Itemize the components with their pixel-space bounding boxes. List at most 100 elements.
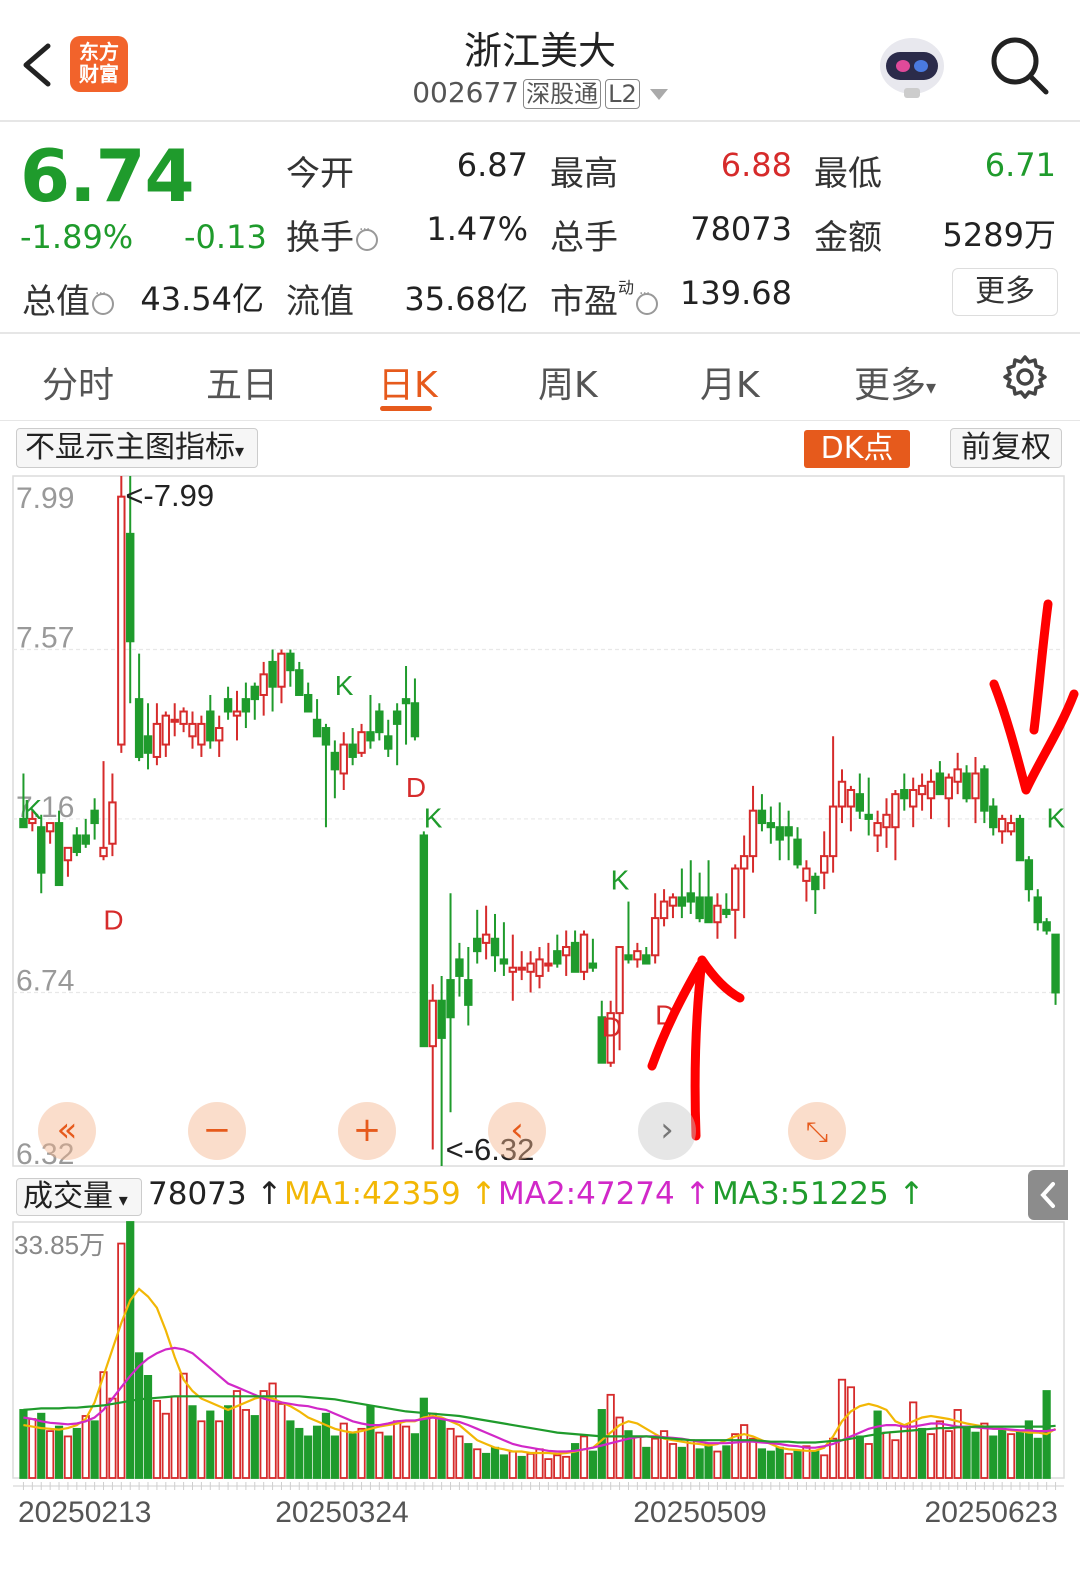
candle-body: [197, 722, 206, 746]
volume-bar: [428, 1412, 437, 1479]
candle-body: [312, 718, 322, 738]
candle-body: [953, 768, 962, 783]
candle-body: [650, 917, 660, 957]
volume-bar: [544, 1458, 553, 1479]
info-icon[interactable]: [92, 286, 114, 315]
y-tick-label: 7.57: [16, 622, 74, 655]
candle-body: [455, 958, 464, 977]
dk-point-button[interactable]: DK点: [804, 430, 910, 468]
candle-body: [837, 780, 847, 808]
volume-bar: [455, 1435, 464, 1479]
candle-body: [624, 954, 633, 961]
side-panel-toggle[interactable]: [1028, 1170, 1068, 1220]
kline-chart[interactable]: 7.997.577.166.746.32<-7.99<-6.32KDKDKDKD…: [0, 472, 1080, 1571]
candle-body: [855, 793, 865, 812]
volume-bar: [152, 1399, 162, 1479]
turnover-label-text: 换手: [286, 218, 354, 258]
fullscreen-button[interactable]: ⤡: [788, 1102, 846, 1160]
volume-bar: [393, 1420, 402, 1479]
tab-daily-k[interactable]: 日K: [378, 356, 438, 408]
gear-icon[interactable]: [1002, 354, 1048, 400]
candle-body: [926, 780, 936, 800]
turnover-label[interactable]: 换手: [286, 210, 378, 259]
volume-bar: [63, 1435, 73, 1479]
pe-label[interactable]: 市盈动: [550, 274, 659, 323]
volume-bar: [99, 1371, 108, 1479]
candle-body: [695, 896, 704, 920]
zoom-in-button[interactable]: +: [338, 1102, 396, 1160]
volume-value: 78073: [690, 210, 792, 248]
candle-body: [366, 731, 375, 742]
market-cap-label[interactable]: 总值: [22, 274, 114, 323]
volume-bar: [223, 1405, 233, 1479]
volume-value-label: 78073 ↑: [148, 1176, 283, 1212]
candle-body: [81, 834, 90, 845]
tab-five-day[interactable]: 五日: [206, 356, 278, 408]
candle-body: [54, 822, 64, 887]
candle-body: [170, 718, 179, 723]
volume-bar: [19, 1409, 28, 1479]
ma3-text: MA3:51225: [712, 1176, 889, 1212]
scroll-right-button[interactable]: ›: [638, 1102, 696, 1160]
volume-bar: [926, 1433, 936, 1479]
volume-bar: [179, 1372, 188, 1479]
d-signal-marker: D: [602, 1012, 622, 1043]
high-label: 最高: [550, 154, 618, 194]
scroll-left-button[interactable]: ‹: [488, 1102, 546, 1160]
volume-bar: [419, 1397, 428, 1479]
volume-bar: [917, 1427, 927, 1479]
volume-bar: [971, 1431, 980, 1479]
search-icon[interactable]: [988, 34, 1050, 96]
tab-more[interactable]: 更多▾: [854, 356, 936, 408]
x-axis-label: 20250213: [18, 1496, 151, 1529]
volume-bar: [90, 1420, 99, 1479]
candle-body: [108, 801, 117, 845]
market-cap-label-text: 总值: [22, 282, 90, 322]
candle-body: [37, 826, 46, 874]
volume-bar: [482, 1452, 491, 1479]
top-bar: 东方财富 浙江美大 002677 深股通 L2: [0, 0, 1080, 122]
volume-bar: [935, 1420, 944, 1479]
tab-monthly-k[interactable]: 月K: [700, 356, 760, 408]
volume-bar: [1015, 1430, 1025, 1479]
candle-body: [722, 908, 731, 915]
dropdown-triangle-icon: ▾: [113, 1190, 128, 1211]
volume-bar: [864, 1443, 873, 1479]
pe-label-text: 市盈: [550, 282, 618, 322]
plus-icon: +: [352, 1110, 382, 1150]
tab-intraday[interactable]: 分时: [42, 356, 114, 408]
open-label: 今开: [286, 154, 354, 194]
volume-bar: [668, 1443, 678, 1479]
k-signal-marker: K: [611, 864, 630, 895]
zoom-out-button[interactable]: −: [188, 1102, 246, 1160]
price-adjust-button[interactable]: 前复权: [950, 428, 1062, 468]
indicator-select[interactable]: 不显示主图指标▾: [16, 428, 258, 468]
chevron-right-icon: ›: [660, 1110, 674, 1150]
tab-more-label: 更多: [854, 365, 927, 406]
volume-indicator-select[interactable]: 成交量 ▾: [16, 1178, 142, 1216]
candle-body: [214, 727, 224, 742]
amount-value: 5289万: [942, 216, 1056, 254]
volume-bar: [295, 1427, 304, 1479]
x-axis-label: 20250509: [633, 1496, 766, 1529]
max-price-label: <-7.99: [125, 478, 214, 513]
info-icon[interactable]: [636, 286, 659, 315]
rewind-button[interactable]: «: [38, 1102, 96, 1160]
volume-bar: [873, 1410, 882, 1479]
candle-body: [357, 731, 366, 754]
candle-body: [473, 937, 482, 953]
candle-body: [535, 958, 544, 977]
dropdown-arrow-icon[interactable]: [649, 88, 668, 100]
volume-bar: [304, 1435, 313, 1479]
volume-bar: [348, 1433, 357, 1479]
tab-weekly-k[interactable]: 周K: [538, 356, 598, 408]
change-value: -0.13: [184, 218, 267, 256]
candle-body: [90, 809, 99, 825]
more-quote-button[interactable]: 更多: [952, 268, 1058, 316]
candle-body: [259, 673, 268, 696]
robot-assistant-icon[interactable]: [874, 30, 950, 100]
info-icon[interactable]: [356, 222, 378, 251]
volume-bar: [704, 1443, 713, 1479]
volume-bar: [286, 1420, 295, 1479]
candle-body: [793, 838, 802, 866]
